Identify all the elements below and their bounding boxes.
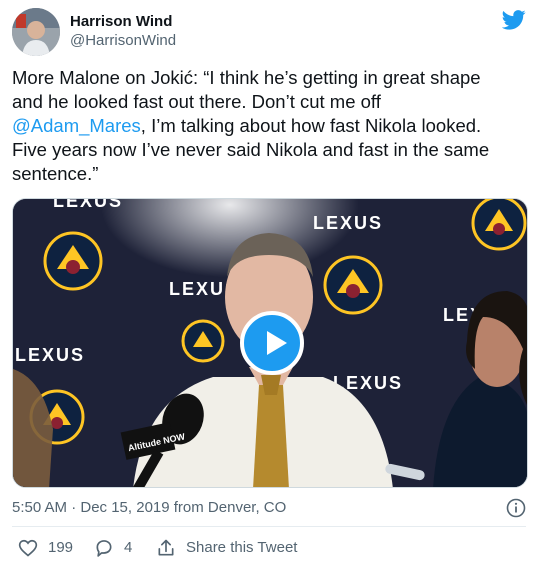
lexus-logo-text: LEXUS bbox=[15, 345, 85, 365]
video-player[interactable]: LEXUS LEXUS LEXUS LEXUS LEXUS LEXUS bbox=[12, 198, 528, 488]
reply-button[interactable]: 4 bbox=[94, 536, 154, 560]
tweet-line: and he looked fast out there. Don’t cut … bbox=[12, 91, 381, 112]
author-names: Harrison Wind @HarrisonWind bbox=[70, 12, 176, 51]
like-count: 199 bbox=[48, 539, 74, 556]
tweet-header: Harrison Wind @HarrisonWind bbox=[12, 8, 526, 58]
share-label: Share this Tweet bbox=[186, 539, 298, 556]
play-button[interactable] bbox=[240, 311, 304, 375]
tweet-line-mention: @Adam_Mares, I’m talking about how fast … bbox=[12, 114, 526, 138]
reply-count: 4 bbox=[124, 539, 133, 556]
nuggets-logo bbox=[471, 199, 527, 251]
tweet-line: Five years now I’ve never said Nikola an… bbox=[12, 139, 490, 160]
mention-link[interactable]: @Adam_Mares bbox=[12, 115, 141, 136]
tweet-line: sentence.” bbox=[12, 163, 99, 184]
avatar[interactable] bbox=[12, 8, 60, 56]
nuggets-logo bbox=[181, 319, 225, 363]
divider bbox=[12, 526, 526, 527]
author-handle[interactable]: @HarrisonWind bbox=[70, 31, 176, 51]
reply-icon bbox=[96, 540, 112, 557]
author-display-name[interactable]: Harrison Wind bbox=[70, 12, 176, 31]
tweet-line: More Malone on Jokić: “I think he’s gett… bbox=[12, 67, 481, 88]
info-icon[interactable] bbox=[506, 498, 526, 518]
like-button[interactable]: 199 bbox=[18, 536, 88, 560]
play-icon bbox=[267, 331, 287, 355]
heart-icon bbox=[18, 539, 38, 557]
lexus-logo-text: LEXUS bbox=[313, 213, 383, 233]
lexus-logo-text: LEXUS bbox=[53, 199, 123, 211]
nuggets-logo bbox=[323, 255, 383, 315]
twitter-bird-icon[interactable] bbox=[502, 10, 526, 30]
share-button[interactable]: Share this Tweet bbox=[156, 536, 316, 560]
nuggets-logo bbox=[43, 231, 103, 291]
share-icon bbox=[158, 539, 174, 556]
timestamp[interactable]: 5:50 AM · Dec 15, 2019 from Denver, CO bbox=[12, 499, 286, 516]
tweet-text: More Malone on Jokić: “I think he’s gett… bbox=[12, 66, 526, 186]
tweet-card: Harrison Wind @HarrisonWind More Malone … bbox=[0, 0, 538, 565]
tweet-meta: 5:50 AM · Dec 15, 2019 from Denver, CO bbox=[12, 496, 526, 520]
tweet-line-rest: , I’m talking about how fast Nikola look… bbox=[140, 115, 482, 136]
